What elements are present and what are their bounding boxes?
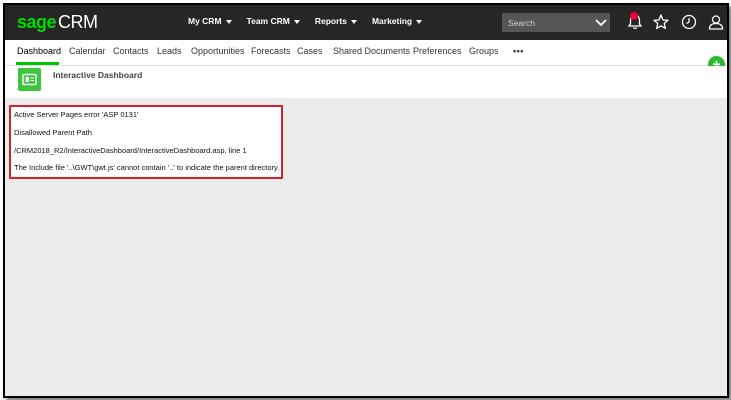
sage-crm-logo[interactable]: sage CRM [17,12,98,33]
menu-reports[interactable]: Reports [315,16,357,26]
notification-badge [630,12,638,20]
tab-leads[interactable]: Leads [157,46,182,56]
menu-team-crm-label: Team CRM [246,16,290,26]
caret-down-icon [350,19,357,24]
caret-down-icon [416,19,423,24]
menu-my-crm-label: My CRM [188,16,222,26]
tab-dashboard[interactable]: Dashboard [17,46,61,56]
menu-my-crm[interactable]: My CRM [188,16,232,26]
top-menu: My CRM Team CRM Reports Marketing [188,16,437,26]
tab-forecasts[interactable]: Forecasts [251,46,291,56]
error-detail-text: The Include file '..\GWT\gwt.js' cannot … [14,163,280,172]
star-icon[interactable] [652,13,670,31]
tab-cases[interactable]: Cases [297,46,323,56]
menu-marketing[interactable]: Marketing [371,16,423,26]
clock-icon[interactable] [680,13,698,31]
error-title-text: Disallowed Parent Path [14,128,92,137]
tab-contacts[interactable]: Contacts [113,46,149,56]
active-tab-indicator [16,62,59,65]
top-bar: sage CRM My CRM Team CRM Reports Marketin… [5,5,727,40]
tab-bar: Dashboard Calendar Contacts Leads Opport… [5,40,727,66]
page-title: Interactive Dashboard [53,70,143,80]
logo-sage-text: sage [17,12,57,32]
tab-shared-documents[interactable]: Shared Documents [333,46,410,56]
user-icon[interactable] [707,13,725,31]
caret-down-icon [293,19,300,24]
caret-down-icon [225,19,232,24]
more-tabs-button[interactable]: ••• [513,46,524,56]
tab-preferences[interactable]: Preferences [413,46,462,56]
logo-crm-text: CRM [58,12,98,32]
error-path-text: /CRM2018_R2/InteractiveDashboard/Interac… [14,146,247,155]
tab-calendar[interactable]: Calendar [69,46,106,56]
dashboard-icon [18,68,41,91]
error-message-box: Active Server Pages error 'ASP 0131' Dis… [9,105,283,179]
tab-opportunities[interactable]: Opportunities [191,46,245,56]
menu-team-crm[interactable]: Team CRM [247,16,300,26]
chevron-down-icon[interactable] [594,16,608,30]
app-window: sage CRM My CRM Team CRM Reports Marketin… [3,3,729,398]
menu-reports-label: Reports [314,16,347,26]
menu-marketing-label: Marketing [371,16,413,26]
tab-groups[interactable]: Groups [469,46,499,56]
error-code-text: Active Server Pages error 'ASP 0131' [14,110,139,119]
